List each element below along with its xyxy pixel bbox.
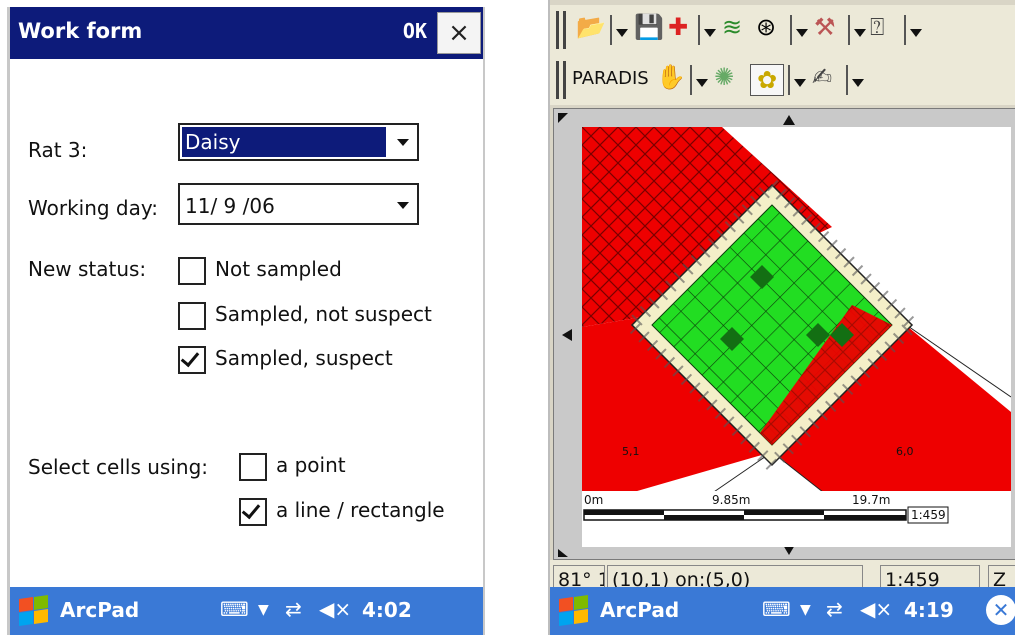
title-bar: Work form OK ×	[10, 7, 483, 59]
checkbox[interactable]	[178, 257, 206, 285]
chevron-down-icon[interactable]	[796, 29, 808, 37]
pan-hand-icon[interactable]: ✋	[656, 63, 686, 91]
rat-value: Daisy	[182, 127, 386, 157]
chevron-down-icon[interactable]	[616, 29, 628, 37]
taskbar-app-name[interactable]: ArcPad	[600, 598, 679, 622]
checkbox-checked[interactable]	[239, 498, 267, 526]
keyboard-icon[interactable]: ⌨	[220, 597, 249, 621]
paradis-toolbar: PARADIS ✋ ✺ ✿ ✍	[550, 55, 1015, 105]
working-day-dropdown[interactable]: 11/ 9 /06	[178, 183, 419, 225]
checkbox-checked[interactable]	[178, 346, 206, 374]
close-button[interactable]: ×	[437, 12, 481, 54]
add-icon[interactable]: ✚	[668, 13, 688, 41]
scale-mid: 9.85m	[712, 493, 750, 507]
save-icon[interactable]: 💾	[634, 13, 664, 41]
pan-down-left-icon	[558, 549, 568, 557]
pan-up-left-icon	[558, 113, 568, 123]
volume-icon[interactable]: ◀×	[319, 597, 351, 621]
chevron-down-icon[interactable]	[704, 29, 716, 37]
scale-end: 19.7m	[852, 493, 890, 507]
chevron-down-icon[interactable]	[910, 29, 922, 37]
chevron-down-icon[interactable]	[852, 79, 864, 87]
map-frame: 5,1 6,0 0m 9.85m 19.7m 1:459	[553, 108, 1015, 560]
area-label-left: 5,1	[622, 445, 640, 458]
scale-ratio: 1:459	[911, 508, 946, 522]
rat-dropdown[interactable]: Daisy	[178, 123, 419, 161]
scale-start: 0m	[584, 493, 603, 507]
checkbox[interactable]	[178, 302, 206, 330]
working-day-value: 11/ 9 /06	[185, 194, 275, 218]
toolbar-name: PARADIS	[572, 68, 649, 89]
toolbar-grip[interactable]	[556, 11, 566, 49]
taskbar-clock[interactable]: 4:19	[904, 598, 954, 622]
working-day-label: Working day:	[28, 196, 158, 220]
check-icon	[180, 347, 200, 368]
chevron-down-icon	[397, 202, 409, 209]
chevron-down-icon[interactable]	[696, 79, 708, 87]
keyboard-icon[interactable]: ⌨	[762, 597, 791, 621]
volume-icon[interactable]: ◀×	[860, 597, 892, 621]
chevron-down-icon[interactable]	[794, 79, 806, 87]
close-circle-icon[interactable]: ✕	[986, 595, 1015, 625]
checkbox-label: Not sampled	[215, 257, 342, 281]
chevron-down-icon[interactable]	[854, 29, 866, 37]
window-title: Work form	[18, 19, 143, 43]
work-form-screen: Work form OK × Rat 3: Daisy Working day:…	[7, 7, 485, 635]
help-icon[interactable]: ⍰	[870, 13, 884, 41]
connectivity-icon[interactable]: ⇄	[826, 597, 843, 621]
checkbox-label: a line / rectangle	[276, 498, 445, 522]
arcpad-map-screen: 📂 💾 ✚ ≋ ⊛ ⚒ ⍰ PARADIS ✋ ✺ ✿ ✍ 5,1 6,0 0m…	[548, 0, 1015, 635]
rat-label: Rat 3:	[28, 138, 88, 162]
windows-flag-icon[interactable]	[17, 595, 49, 626]
toolbar-grip[interactable]	[556, 61, 566, 99]
tools-icon[interactable]: ⚒	[814, 13, 836, 41]
layers-icon[interactable]: ≋	[722, 13, 742, 41]
select-cells-tool-icon[interactable]: ✿	[750, 64, 784, 96]
map-view[interactable]: 5,1 6,0 0m 9.85m 19.7m 1:459	[582, 127, 1011, 547]
chevron-down-icon[interactable]: ▼	[800, 602, 811, 618]
open-folder-icon[interactable]: 📂	[576, 13, 606, 41]
pan-left-icon	[562, 329, 572, 341]
taskbar-app-name[interactable]: ArcPad	[60, 598, 139, 622]
select-cells-label: Select cells using:	[28, 455, 209, 479]
connectivity-icon[interactable]: ⇄	[285, 597, 302, 621]
ok-button[interactable]: OK	[403, 19, 427, 43]
checkbox-label: Sampled, suspect	[215, 346, 393, 370]
edit-pen-icon[interactable]: ✍	[812, 63, 832, 91]
check-icon	[241, 499, 261, 520]
area-label-right: 6,0	[896, 445, 914, 458]
checkbox[interactable]	[239, 453, 267, 481]
main-toolbar: 📂 💾 ✚ ≋ ⊛ ⚒ ⍰	[550, 5, 1015, 55]
taskbar: ArcPad ⌨ ▼ ⇄ ◀× 4:19 ✕	[550, 587, 1015, 635]
checkbox-label: Sampled, not suspect	[215, 302, 432, 326]
map-canvas[interactable]: 5,1 6,0 0m 9.85m 19.7m 1:459	[582, 127, 1011, 547]
checkbox-label: a point	[276, 453, 346, 477]
chevron-down-icon[interactable]: ▼	[258, 602, 269, 618]
taskbar: ArcPad ⌨ ▼ ⇄ ◀× 4:02	[10, 587, 483, 635]
gem-icon[interactable]: ✺	[714, 63, 734, 91]
gps-icon[interactable]: ⊛	[756, 13, 776, 41]
pan-up-icon	[783, 115, 795, 125]
chevron-down-icon	[397, 139, 409, 146]
new-status-label: New status:	[28, 257, 147, 281]
windows-flag-icon[interactable]	[557, 595, 589, 626]
taskbar-clock[interactable]: 4:02	[362, 598, 412, 622]
